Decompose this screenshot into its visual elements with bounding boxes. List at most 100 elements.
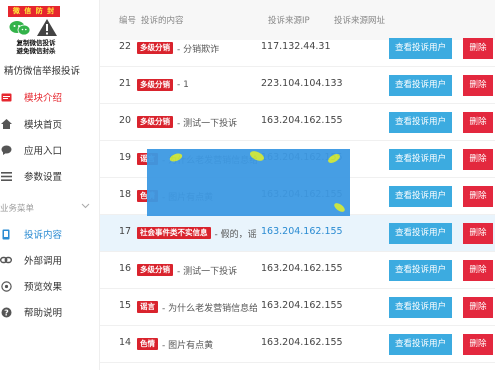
row-number: 21 [119,78,132,89]
chat-icon [0,145,16,155]
row-number: 18 [119,189,132,200]
card-icon [0,93,16,102]
sidebar-item-label: 外部调用 [24,256,63,267]
sidebar-item-external-call[interactable]: 外部调用 [0,248,100,272]
table-row: 21 多级分销 - 1 223.104.104.133 查看投诉用户 删除 [100,67,495,104]
category-tag: 社会事件类不实信息 [137,227,211,239]
complaint-text: - 图片有点黄 [162,340,214,351]
row-content: 多级分销 - 测试一下投诉 [137,262,257,278]
svg-text:?: ? [4,308,9,317]
delete-button[interactable]: 删除 [463,334,493,355]
wechat-logo-icon [9,21,31,36]
source-ip: 223.104.104.133 [261,78,343,89]
view-complainants-button[interactable]: 查看投诉用户 [389,260,452,281]
row-number: 16 [119,263,132,274]
row-content: 多级分销 - 1 [137,77,257,93]
leaf-icon [328,154,340,163]
eye-icon [0,280,16,292]
logo: 微 信 防 封 复制微信投诉 避免微信封杀 [0,0,70,60]
sidebar-item-help[interactable]: ? 帮助说明 [0,300,100,324]
sidebar-item-module-home[interactable]: 模块首页 [0,112,100,136]
source-ip: 163.204.162.155 [261,337,343,348]
source-ip: 163.204.162.155 [261,263,343,274]
row-number: 20 [119,115,132,126]
sidebar-item-preview[interactable]: 预览效果 [0,274,100,298]
category-tag: 多级分销 [137,79,173,91]
help-icon: ? [0,307,16,318]
sidebar-group-business-menu[interactable]: 业务菜单 [0,199,100,217]
view-complainants-button[interactable]: 查看投诉用户 [389,38,452,59]
sidebar-item-app-entry[interactable]: 应用入口 [0,138,100,162]
delete-button[interactable]: 删除 [463,112,493,133]
delete-button[interactable]: 删除 [463,297,493,318]
delete-button[interactable]: 删除 [463,186,493,207]
complaint-text: - 分销欺诈 [177,44,220,55]
table-row: 15 谣言 - 为什么老发营销信息给我 163.204.162.155 查看投诉用户 删除 [100,289,495,326]
complaint-text: - 假的，谣言 [214,229,258,240]
complaint-text: - 1 [177,80,189,90]
list-icon [0,171,16,181]
view-complainants-button[interactable]: 查看投诉用户 [389,186,452,207]
category-tag: 多级分销 [137,264,173,276]
view-complainants-button[interactable]: 查看投诉用户 [389,75,452,96]
row-number: 19 [119,152,132,163]
phone-icon [0,229,16,240]
category-tag: 色情 [137,338,158,350]
sidebar-item-label: 帮助说明 [24,308,63,319]
delete-button[interactable]: 删除 [463,260,493,281]
table-row: 17社会事件类不实信息- 假的，谣言163.204.162.155查看投诉用户删… [100,215,495,252]
warning-icon [37,19,57,36]
sidebar-item-complaint-content[interactable]: 投诉内容 [0,222,100,246]
chevron-down-icon [81,202,90,212]
header-num: 编号 [119,16,137,26]
source-ip: 163.204.162.155 [261,226,343,237]
leaf-icon [334,203,345,212]
sidebar-item-label: 模块介绍 [24,93,63,104]
row-number: 15 [119,300,132,311]
view-complainants-button[interactable]: 查看投诉用户 [389,334,452,355]
row-number: 22 [119,41,132,52]
source-ip: 163.204.162.155 [261,300,343,311]
row-number: 17 [119,226,132,237]
leaf-icon [249,151,265,161]
delete-button[interactable]: 删除 [463,75,493,96]
header-url: 投诉来源网址 [334,16,386,26]
row-content: 色情 - 图片有点黄 [137,336,257,352]
table-row: 14 色情 - 图片有点黄 163.204.162.155 查看投诉用户 删除 [100,326,495,363]
sidebar-item-label: 应用入口 [24,146,63,157]
sidebar-item-settings[interactable]: 参数设置 [0,164,100,188]
popup-overlay[interactable] [147,149,350,216]
header-content: 投诉的内容 [141,16,184,26]
source-ip: 163.204.162.155 [261,115,343,126]
site-title: 精仿微信举报投诉 [4,66,81,77]
row-content: 谣言 - 为什么老发营销信息给我 [137,299,257,315]
view-complainants-button[interactable]: 查看投诉用户 [389,223,452,244]
source-ip: 117.132.44.31 [261,41,331,52]
row-content: 社会事件类不实信息- 假的，谣言 [137,225,257,241]
sidebar-item-module-intro[interactable]: 模块介绍 [0,85,100,109]
row-number: 14 [119,337,132,348]
row-content: 多级分销 - 测试一下投诉 [137,114,257,130]
row-content: 多级分销 - 分销欺诈 [137,40,257,56]
complaint-text: - 测试一下投诉 [177,118,238,129]
header-ip: 投诉来源IP [268,16,310,26]
sidebar-item-label: 预览效果 [24,282,63,293]
logo-banner: 微 信 防 封 [8,6,60,17]
view-complainants-button[interactable]: 查看投诉用户 [389,149,452,170]
delete-button[interactable]: 删除 [463,38,493,59]
logo-line-2: 避免微信封杀 [16,47,56,55]
logo-line-1: 复制微信投诉 [16,39,56,47]
sidebar-group-label: 业务菜单 [0,204,35,214]
delete-button[interactable]: 删除 [463,223,493,244]
leaf-icon [169,153,183,162]
sidebar: 微 信 防 封 复制微信投诉 避免微信封杀 精仿微信举报投诉 模块介绍 模块首页 [0,0,100,370]
sidebar-item-label: 投诉内容 [24,230,63,241]
category-tag: 多级分销 [137,116,173,128]
delete-button[interactable]: 删除 [463,149,493,170]
table-row: 22 多级分销 - 分销欺诈 117.132.44.31 查看投诉用户 删除 [100,30,495,67]
sidebar-item-label: 参数设置 [24,172,63,183]
category-tag: 谣言 [137,301,158,313]
home-icon [0,119,16,129]
view-complainants-button[interactable]: 查看投诉用户 [389,112,452,133]
view-complainants-button[interactable]: 查看投诉用户 [389,297,452,318]
